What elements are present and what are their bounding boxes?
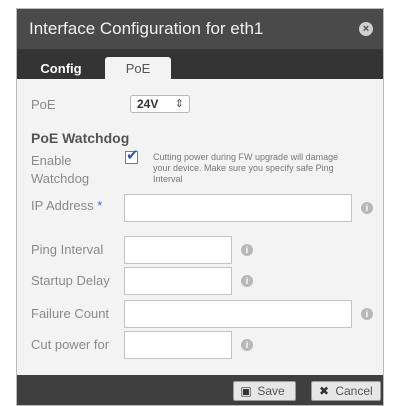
startup-delay-label: Startup Delay <box>31 273 110 288</box>
dialog-titlebar: Interface Configuration for eth1 × <box>17 9 383 49</box>
cancel-button-label: Cancel <box>335 384 373 398</box>
poe-voltage-value: 24V <box>137 97 159 111</box>
close-icon[interactable]: × <box>359 22 373 36</box>
failure-count-input[interactable] <box>124 300 352 328</box>
ip-address-label: IP Address * <box>31 198 102 213</box>
select-arrows-icon: ⇕ <box>174 98 184 110</box>
enable-watchdog-checkbox[interactable]: ✔ <box>125 147 139 164</box>
startup-delay-info-icon[interactable]: i <box>241 275 253 287</box>
startup-delay-input[interactable] <box>124 267 232 295</box>
ping-interval-info-icon[interactable]: i <box>241 244 253 256</box>
save-icon: ▣ <box>240 384 252 398</box>
dialog-footer: ▣ Save ✖ Cancel <box>17 375 383 405</box>
ping-interval-input[interactable] <box>124 236 232 264</box>
cut-power-for-input[interactable] <box>124 331 232 359</box>
watchdog-warning-text: Cutting power during FW upgrade will dam… <box>153 152 339 184</box>
cut-power-for-info-icon[interactable]: i <box>241 339 253 351</box>
ip-address-input[interactable] <box>124 194 352 222</box>
failure-count-label: Failure Count <box>31 306 110 321</box>
poe-label: PoE <box>31 97 56 112</box>
tab-bar: Config PoE <box>17 49 383 81</box>
save-button[interactable]: ▣ Save <box>233 381 296 401</box>
failure-count-info-icon[interactable]: i <box>361 308 373 320</box>
ip-address-info-icon[interactable]: i <box>361 202 373 214</box>
checkmark-icon: ✔ <box>126 147 139 164</box>
dialog-title: Interface Configuration for eth1 <box>29 19 264 38</box>
enable-watchdog-label: Enable Watchdog <box>31 153 90 186</box>
cut-power-for-label: Cut power for <box>31 337 110 352</box>
cancel-icon: ✖ <box>318 384 330 398</box>
ip-address-label-text: IP Address <box>31 198 94 213</box>
tab-config[interactable]: Config <box>25 58 97 80</box>
interface-configuration-dialog: Interface Configuration for eth1 × Confi… <box>16 8 384 406</box>
required-marker: * <box>97 198 103 213</box>
save-button-label: Save <box>257 384 285 398</box>
poe-voltage-select[interactable]: 24V ⇕ <box>130 95 190 113</box>
tab-poe[interactable]: PoE <box>105 57 171 81</box>
cancel-button[interactable]: ✖ Cancel <box>311 381 381 401</box>
ping-interval-label: Ping Interval <box>31 242 104 257</box>
poe-watchdog-heading: PoE Watchdog <box>31 130 130 146</box>
